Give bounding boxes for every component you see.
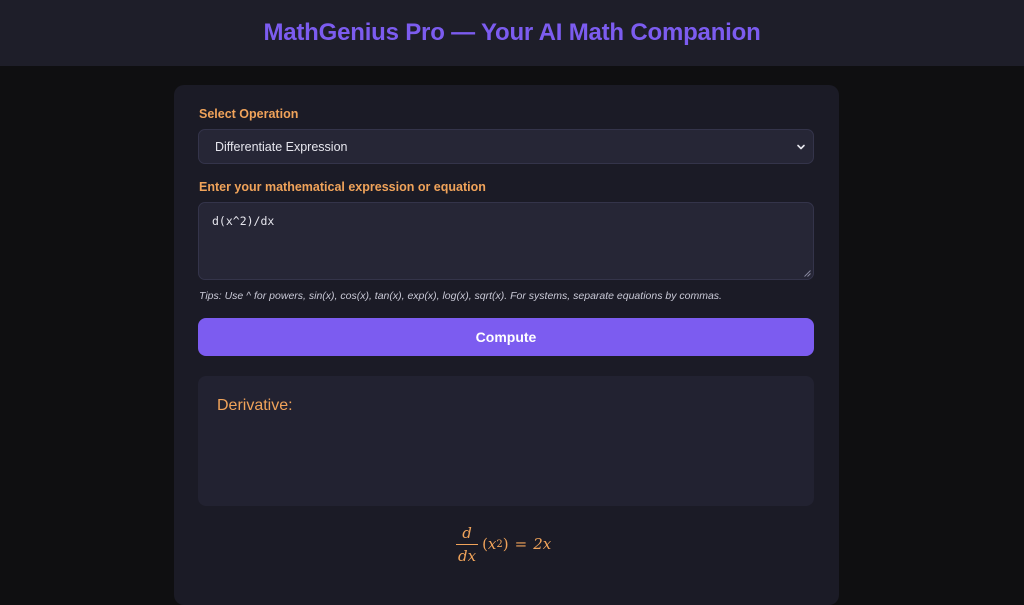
resize-handle-icon[interactable] [804,270,811,277]
operation-label: Select Operation [199,107,299,121]
expression-input[interactable]: d(x^2)/dx [198,202,814,280]
expression-input-value: d(x^2)/dx [212,214,275,228]
result-panel: Derivative: [198,376,814,506]
chevron-down-icon [797,144,805,150]
derivative-formula: d dx ( x2 ) = 2x [456,522,551,566]
fraction-numerator: d [462,523,472,542]
derivative-operator: d dx [456,523,479,565]
fraction-denominator: dx [456,543,479,565]
main-card: Select Operation Differentiate Expressio… [174,85,839,605]
operation-select[interactable]: Differentiate Expression [198,129,814,164]
base-variable: x [487,535,497,553]
expression-label: Enter your mathematical expression or eq… [199,180,486,194]
derivative-result: 2x [533,535,552,553]
app-title: MathGenius Pro — Your AI Math Companion [263,19,761,46]
result-title: Derivative: [217,397,293,414]
operation-select-value: Differentiate Expression [215,139,348,154]
close-paren: ) [502,535,509,553]
compute-button[interactable]: Compute [198,318,814,356]
app-header: MathGenius Pro — Your AI Math Companion [0,0,1024,66]
equals-sign: = [514,535,528,553]
tips-text: Tips: Use ^ for powers, sin(x), cos(x), … [199,290,722,302]
